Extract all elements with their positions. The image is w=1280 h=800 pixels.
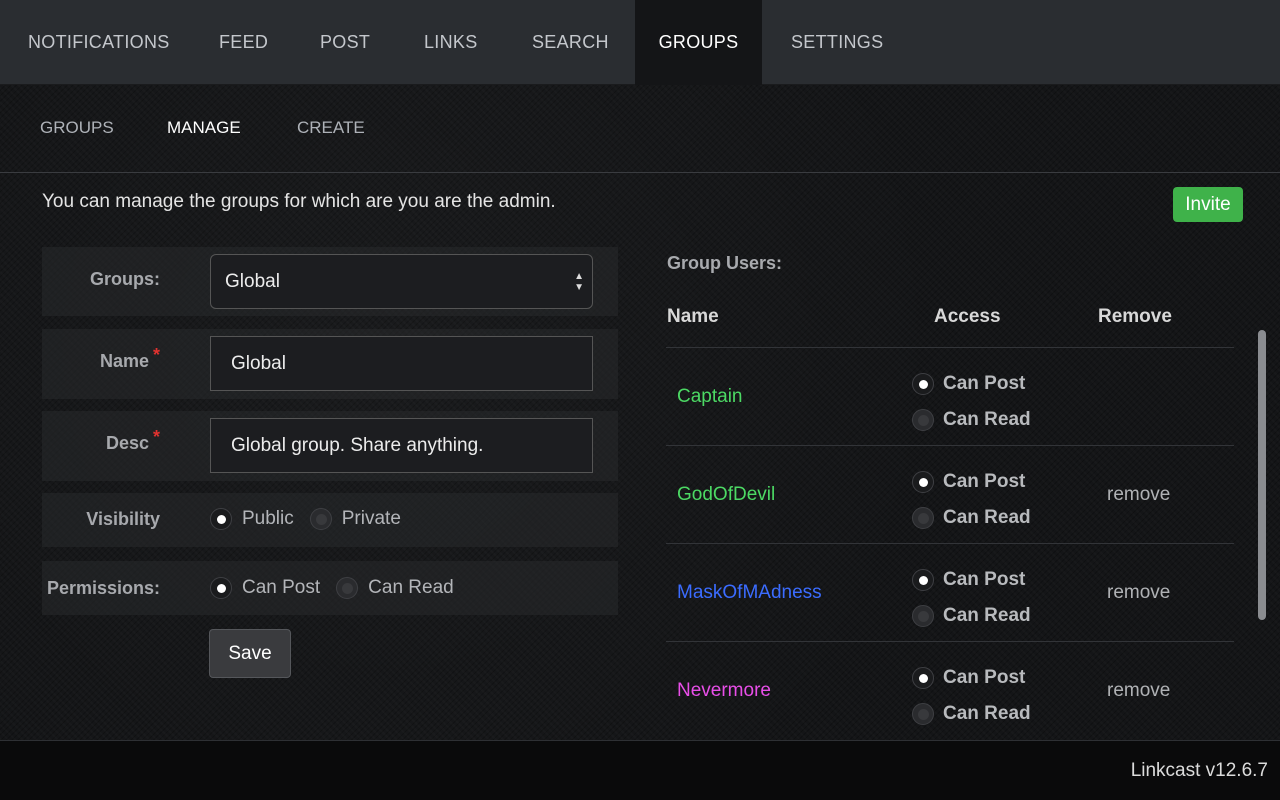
- visibility-row: Visibility Public Private: [42, 493, 618, 547]
- name-row: Name * Global: [42, 329, 618, 399]
- tab-notifications[interactable]: NOTIFICATIONS: [28, 0, 170, 85]
- select-arrows-icon: ▲ ▼: [574, 270, 584, 293]
- column-header-remove: Remove: [1098, 306, 1172, 327]
- save-button[interactable]: Save: [209, 629, 291, 678]
- access-can-read-radio[interactable]: [912, 605, 934, 627]
- permission-can-read-radio[interactable]: [336, 577, 359, 599]
- visibility-options: Public Private: [210, 508, 417, 530]
- groups-label: Groups:: [90, 269, 160, 289]
- desc-label-text: Desc: [105, 433, 149, 453]
- tab-post[interactable]: POST: [320, 0, 370, 85]
- table-row: Nevermore Can Post Can Read remove: [666, 641, 1234, 739]
- access-can-read-label[interactable]: Can Read: [943, 409, 1031, 431]
- intro-text: You can manage the groups for which are …: [42, 191, 556, 212]
- visibility-private-label[interactable]: Private: [342, 508, 401, 530]
- access-option: Can Read: [912, 402, 1031, 438]
- name-label-text: Name: [99, 351, 149, 371]
- access-can-post-label[interactable]: Can Post: [943, 667, 1025, 689]
- desc-field[interactable]: Global group. Share anything.: [210, 418, 593, 473]
- divider: [0, 172, 1280, 173]
- access-can-post-radio[interactable]: [912, 471, 934, 493]
- access-option: Can Read: [912, 500, 1031, 536]
- table-row: MaskOfMAdness Can Post Can Read remove: [666, 543, 1234, 641]
- desc-label: Desc *: [105, 427, 160, 454]
- visibility-public-label[interactable]: Public: [242, 508, 294, 530]
- access-can-read-label[interactable]: Can Read: [943, 703, 1031, 725]
- access-can-post-label[interactable]: Can Post: [943, 373, 1025, 395]
- groups-row: Groups: Global ▲ ▼: [42, 247, 618, 316]
- access-option: Can Read: [912, 696, 1031, 732]
- access-can-read-radio[interactable]: [912, 507, 934, 529]
- desc-row: Desc * Global group. Share anything.: [42, 411, 618, 481]
- tab-feed[interactable]: FEED: [219, 0, 268, 85]
- user-name-link[interactable]: GodOfDevil: [677, 484, 775, 506]
- access-option: Can Post: [912, 366, 1031, 402]
- access-option: Can Post: [912, 464, 1031, 500]
- name-label: Name *: [99, 345, 160, 372]
- table-row: GodOfDevil Can Post Can Read remove: [666, 445, 1234, 543]
- access-can-read-radio[interactable]: [912, 703, 934, 725]
- visibility-public-radio[interactable]: [210, 508, 232, 530]
- tab-settings[interactable]: SETTINGS: [791, 0, 883, 85]
- tab-groups[interactable]: GROUPS: [635, 0, 762, 85]
- top-nav: NOTIFICATIONS FEED POST LINKS SEARCH GRO…: [0, 0, 1280, 85]
- access-can-post-label[interactable]: Can Post: [943, 569, 1025, 591]
- column-header-name: Name: [667, 306, 719, 327]
- name-field[interactable]: Global: [210, 336, 593, 391]
- permissions-options: Can Post Can Read: [210, 577, 470, 599]
- permissions-label: Permissions:: [46, 578, 160, 598]
- access-option: Can Post: [912, 660, 1031, 696]
- access-can-read-radio[interactable]: [912, 409, 934, 431]
- required-mark: *: [152, 427, 160, 447]
- users-scrollbar[interactable]: [1256, 330, 1268, 800]
- permission-can-post-label[interactable]: Can Post: [242, 577, 320, 599]
- user-access-options: Can Post Can Read: [912, 366, 1031, 438]
- access-can-read-label[interactable]: Can Read: [943, 605, 1031, 627]
- access-option: Can Post: [912, 562, 1031, 598]
- permissions-row: Permissions: Can Post Can Read: [42, 561, 618, 615]
- remove-user-link[interactable]: remove: [1107, 582, 1170, 604]
- permission-can-read-label[interactable]: Can Read: [368, 577, 454, 599]
- tab-search[interactable]: SEARCH: [532, 0, 609, 85]
- user-access-options: Can Post Can Read: [912, 464, 1031, 536]
- user-access-options: Can Post Can Read: [912, 660, 1031, 732]
- invite-button[interactable]: Invite: [1173, 187, 1243, 222]
- main-content: GROUPS MANAGE CREATE You can manage the …: [0, 85, 1280, 740]
- groups-selected-value: Global: [225, 271, 280, 292]
- access-can-read-label[interactable]: Can Read: [943, 507, 1031, 529]
- scrollbar-thumb[interactable]: [1258, 330, 1266, 620]
- table-row: Captain Can Post Can Read: [666, 347, 1234, 445]
- user-name-link[interactable]: Nevermore: [677, 680, 771, 702]
- subtab-manage[interactable]: MANAGE: [167, 118, 241, 138]
- access-option: Can Read: [912, 598, 1031, 634]
- column-header-access: Access: [934, 306, 1001, 327]
- visibility-label: Visibility: [86, 509, 160, 529]
- version-label: Linkcast v12.6.7: [1130, 760, 1268, 781]
- footer: Linkcast v12.6.7: [0, 740, 1280, 800]
- user-name-link[interactable]: Captain: [677, 386, 743, 408]
- permission-can-post-radio[interactable]: [210, 577, 232, 599]
- visibility-private-radio[interactable]: [309, 508, 332, 530]
- user-name-link[interactable]: MaskOfMAdness: [677, 582, 822, 604]
- user-access-options: Can Post Can Read: [912, 562, 1031, 634]
- subtab-create[interactable]: CREATE: [297, 118, 365, 138]
- access-can-post-label[interactable]: Can Post: [943, 471, 1025, 493]
- subtab-groups[interactable]: GROUPS: [40, 118, 114, 138]
- access-can-post-radio[interactable]: [912, 373, 934, 395]
- groups-select[interactable]: Global ▲ ▼: [210, 254, 593, 309]
- required-mark: *: [152, 345, 160, 365]
- access-can-post-radio[interactable]: [912, 569, 934, 591]
- remove-user-link[interactable]: remove: [1107, 680, 1170, 702]
- tab-links[interactable]: LINKS: [424, 0, 478, 85]
- remove-user-link[interactable]: remove: [1107, 484, 1170, 506]
- access-can-post-radio[interactable]: [912, 667, 934, 689]
- group-users-title: Group Users:: [667, 253, 783, 273]
